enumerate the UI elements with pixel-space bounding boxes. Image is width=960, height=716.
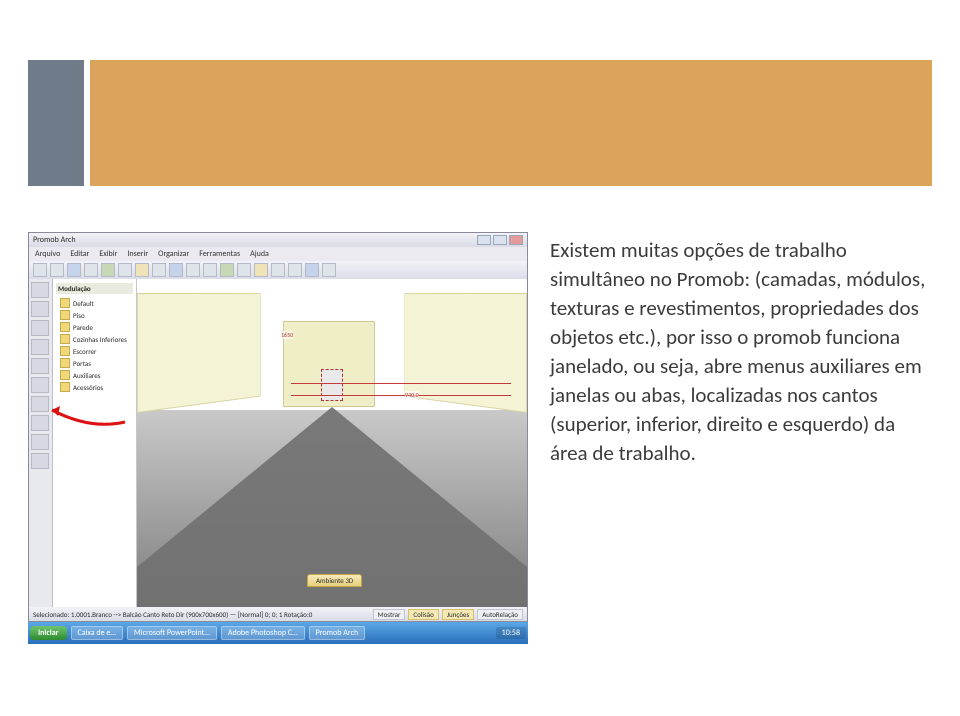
maximize-button[interactable] bbox=[493, 235, 507, 245]
side-tool-icon[interactable] bbox=[31, 453, 49, 469]
menubar: Arquivo Editar Exibir Inserir Organizar … bbox=[29, 247, 527, 261]
tree-item[interactable]: Acessórios bbox=[56, 381, 133, 393]
menu-item[interactable]: Ferramentas bbox=[199, 249, 240, 259]
menu-item[interactable]: Ajuda bbox=[250, 249, 269, 259]
tree-item[interactable]: Portas bbox=[56, 357, 133, 369]
side-tool-icon[interactable] bbox=[31, 396, 49, 412]
taskbar-item[interactable]: Caixa de e… bbox=[71, 626, 123, 640]
window-titlebar: Promob Arch bbox=[29, 233, 527, 247]
toolbar-icon[interactable] bbox=[101, 263, 115, 277]
viewport-tabs: Ambiente 3D bbox=[307, 573, 407, 587]
toolbar-icon[interactable] bbox=[135, 263, 149, 277]
selected-module[interactable] bbox=[321, 369, 343, 401]
status-button[interactable]: Junções bbox=[442, 609, 474, 620]
tree-item[interactable]: Auxiliares bbox=[56, 369, 133, 381]
taskbar-item[interactable]: Promob Arch bbox=[309, 626, 366, 640]
toolbar-icon[interactable] bbox=[118, 263, 132, 277]
toolbar-icon[interactable] bbox=[203, 263, 217, 277]
start-button[interactable]: Iniciar bbox=[30, 626, 67, 640]
minimize-button[interactable] bbox=[477, 235, 491, 245]
tree-item[interactable]: Default bbox=[56, 297, 133, 309]
status-bar: Selecionado: 1.0001.Branco --> Balcão Ca… bbox=[29, 607, 527, 621]
toolbar-icon[interactable] bbox=[237, 263, 251, 277]
toolbar-icon[interactable] bbox=[50, 263, 64, 277]
viewport-tab[interactable]: Ambiente 3D bbox=[307, 574, 362, 587]
toolbar-icon[interactable] bbox=[322, 263, 336, 277]
side-tool-icon[interactable] bbox=[31, 434, 49, 450]
tree-item[interactable]: Cozinhas Inferiores bbox=[56, 333, 133, 345]
tree-item[interactable]: Escorrer bbox=[56, 345, 133, 357]
dimension-line bbox=[291, 395, 511, 396]
menu-item[interactable]: Exibir bbox=[99, 249, 117, 259]
status-button[interactable]: Colisão bbox=[408, 609, 438, 620]
content-row: Promob Arch Arquivo Editar Exibir Inseri… bbox=[28, 232, 932, 658]
dimension-line bbox=[291, 383, 511, 384]
taskbar-item[interactable]: Microsoft PowerPoint… bbox=[127, 626, 217, 640]
menu-item[interactable]: Inserir bbox=[127, 249, 148, 259]
side-tool-icon[interactable] bbox=[31, 415, 49, 431]
tree-item[interactable]: Parede bbox=[56, 321, 133, 333]
system-tray-clock[interactable]: 10:58 bbox=[496, 627, 526, 639]
taskbar-item[interactable]: Adobe Photoshop C… bbox=[221, 626, 305, 640]
vertical-toolbox bbox=[29, 279, 53, 607]
menu-item[interactable]: Editar bbox=[70, 249, 89, 259]
banner-main-block bbox=[90, 60, 932, 186]
status-text: Selecionado: 1.0001.Branco --> Balcão Ca… bbox=[33, 610, 312, 619]
menu-item[interactable]: Arquivo bbox=[35, 249, 60, 259]
side-tool-icon[interactable] bbox=[31, 301, 49, 317]
side-tool-icon[interactable] bbox=[31, 282, 49, 298]
tree-item[interactable]: Piso bbox=[56, 309, 133, 321]
3d-viewport[interactable]: 1650 940,0 Ambiente 3D bbox=[137, 279, 527, 607]
toolbar-icon[interactable] bbox=[84, 263, 98, 277]
wall-left bbox=[137, 293, 261, 413]
windows-taskbar: Iniciar Caixa de e… Microsoft PowerPoint… bbox=[28, 622, 528, 644]
toolbar-icon[interactable] bbox=[186, 263, 200, 277]
slide-body-text: Existem muitas opções de trabalho simult… bbox=[550, 232, 932, 658]
side-tool-icon[interactable] bbox=[31, 320, 49, 336]
toolbar-icon[interactable] bbox=[152, 263, 166, 277]
side-tool-icon[interactable] bbox=[31, 339, 49, 355]
start-label: Iniciar bbox=[38, 628, 59, 638]
window-title: Promob Arch bbox=[33, 235, 76, 245]
status-button[interactable]: AutoRelação bbox=[477, 609, 523, 620]
toolbar-icon[interactable] bbox=[169, 263, 183, 277]
body-paragraph: Existem muitas opções de trabalho simult… bbox=[550, 236, 926, 468]
close-button[interactable] bbox=[509, 235, 523, 245]
toolbar-icon[interactable] bbox=[305, 263, 319, 277]
toolbar-icon[interactable] bbox=[220, 263, 234, 277]
tree-header: Modulação bbox=[56, 283, 133, 294]
banner-accent-block bbox=[28, 60, 84, 186]
toolbar-icon[interactable] bbox=[67, 263, 81, 277]
toolbar-icon[interactable] bbox=[33, 263, 47, 277]
status-button[interactable]: Mostrar bbox=[373, 609, 406, 620]
header-banner bbox=[28, 38, 932, 186]
side-tool-icon[interactable] bbox=[31, 377, 49, 393]
main-toolbar bbox=[29, 261, 527, 279]
toolbar-icon[interactable] bbox=[254, 263, 268, 277]
toolbar-icon[interactable] bbox=[271, 263, 285, 277]
module-tree-panel: Modulação Default Piso Parede Cozinhas I… bbox=[53, 279, 137, 607]
promob-window: Promob Arch Arquivo Editar Exibir Inseri… bbox=[28, 232, 528, 622]
app-screenshot: Promob Arch Arquivo Editar Exibir Inseri… bbox=[28, 232, 528, 658]
dimension-label: 1650 bbox=[281, 331, 293, 339]
side-tool-icon[interactable] bbox=[31, 358, 49, 374]
menu-item[interactable]: Organizar bbox=[158, 249, 189, 259]
dimension-label: 940,0 bbox=[405, 391, 419, 399]
toolbar-icon[interactable] bbox=[288, 263, 302, 277]
window-control-buttons bbox=[477, 235, 523, 245]
